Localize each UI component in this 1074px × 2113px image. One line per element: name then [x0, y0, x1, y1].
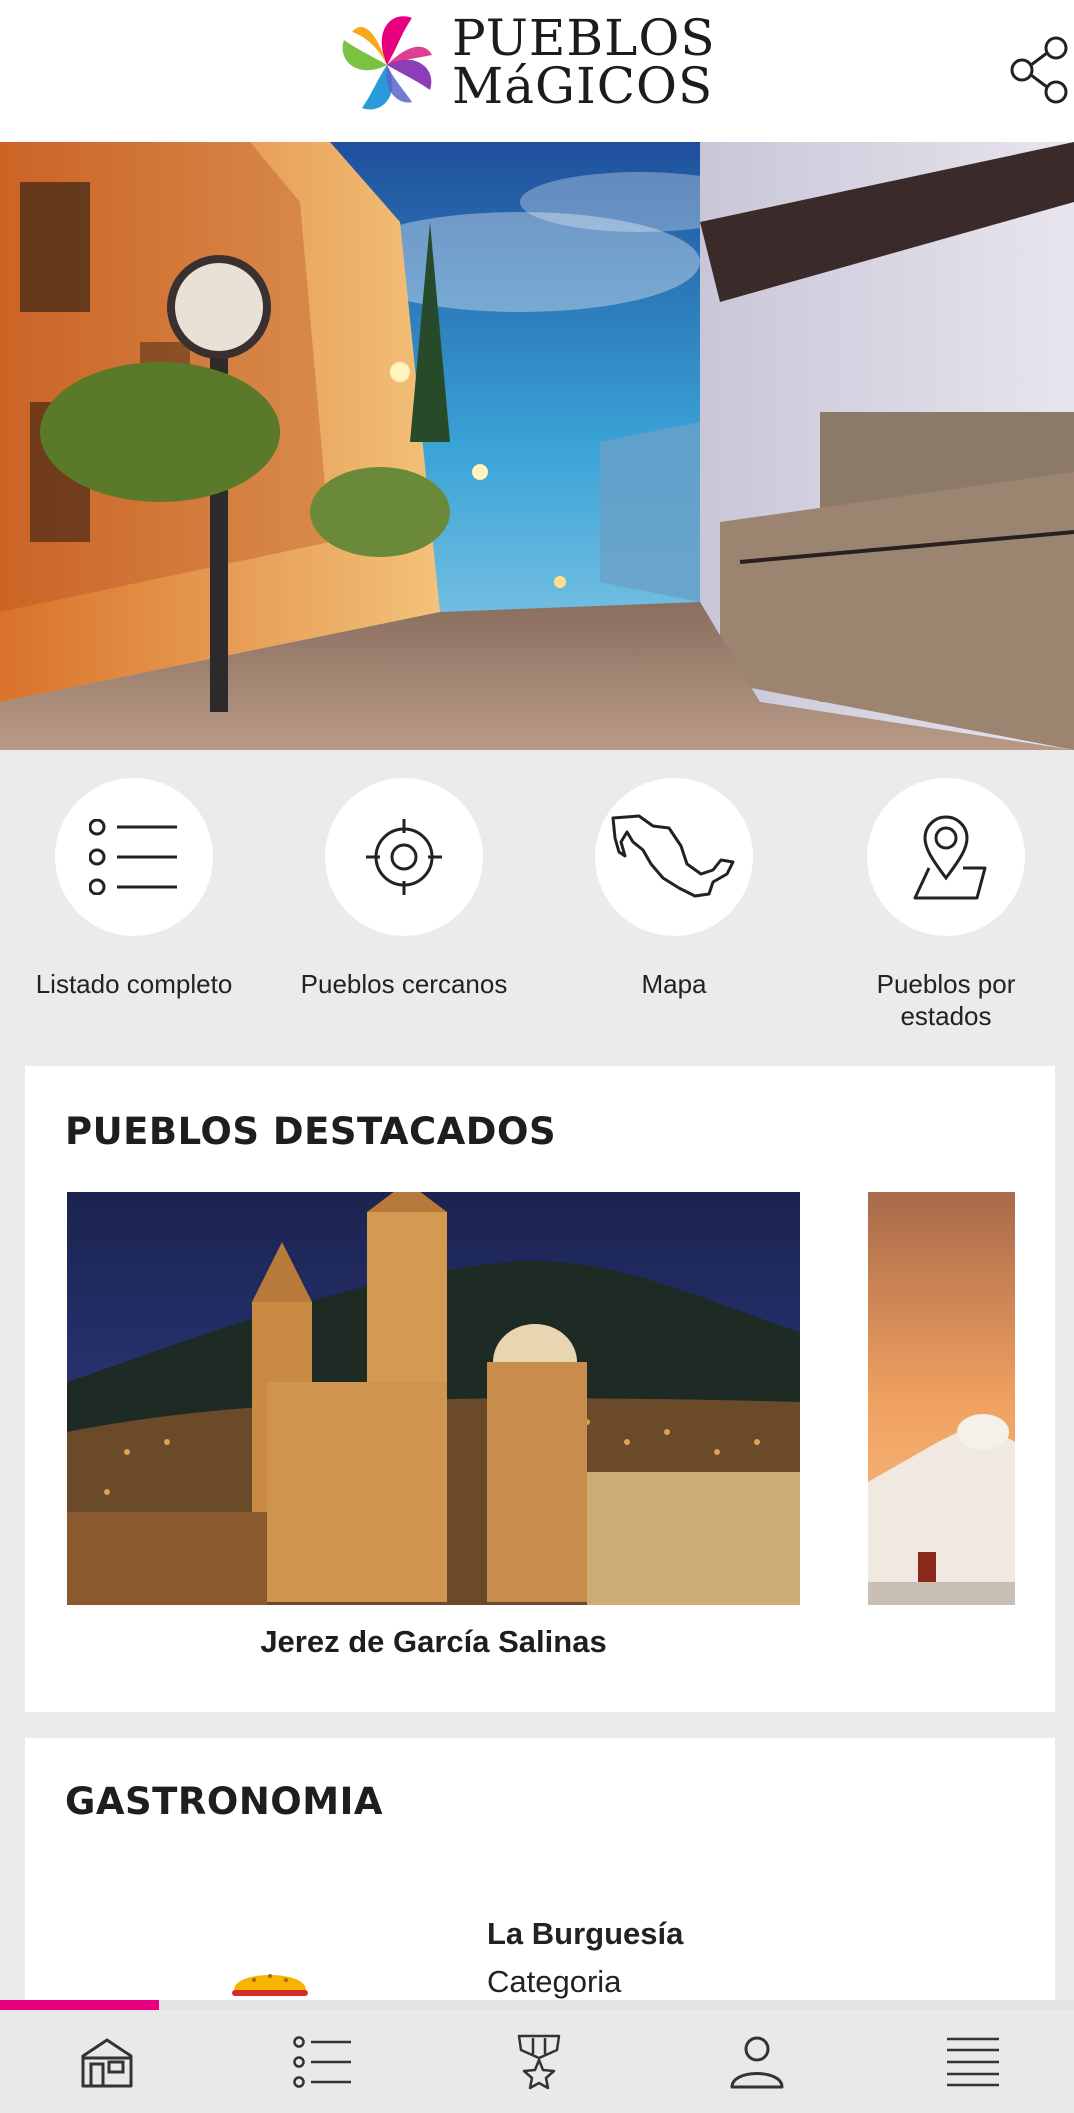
hero-image: [0, 142, 1074, 750]
street-scene-image: [0, 142, 1074, 750]
nav-medal-button[interactable]: [504, 2030, 574, 2094]
action-label: Listado completo: [35, 969, 233, 999]
action-label: Pueblos cercanos: [300, 969, 508, 999]
featured-card-image[interactable]: [67, 1192, 800, 1605]
logo-wordmark: PUEBLOS MáGICOS: [452, 9, 716, 115]
user-icon: [730, 2036, 784, 2089]
logo-line-2: MáGICOS: [452, 57, 714, 115]
menu-icon: [947, 2037, 999, 2087]
sunset-church-image: [868, 1192, 1015, 1605]
quick-actions: Listado completo Pueblos cercanos Mapa P…: [0, 750, 1074, 1066]
medal-icon: [517, 2034, 561, 2090]
mexico-map-icon: [611, 814, 735, 898]
location-pin-icon: [913, 815, 987, 900]
action-circle[interactable]: [595, 778, 753, 936]
bottom-navigation: [0, 2010, 1074, 2113]
action-mapa[interactable]: Mapa: [564, 778, 784, 1000]
action-circle[interactable]: [55, 778, 213, 936]
gastronomia-item-category: Categoria: [487, 1964, 622, 1999]
pinwheel-logo-icon: [342, 16, 432, 110]
home-icon: [81, 2038, 133, 2088]
action-label: Mapa: [641, 969, 707, 999]
share-button[interactable]: [1010, 36, 1070, 104]
target-icon: [366, 819, 442, 895]
burger-icon: [232, 1974, 308, 1996]
app-header: PUEBLOS MáGICOS: [0, 0, 1074, 142]
list-icon: [89, 819, 177, 895]
gastronomia-section: GASTRONOMIA La Burguesía Categoria: [25, 1738, 1055, 2008]
nav-home-button[interactable]: [72, 2030, 142, 2094]
action-listado-completo[interactable]: Listado completo: [24, 778, 244, 1000]
featured-section: PUEBLOS DESTACADOS Jerez de García Salin…: [25, 1066, 1055, 1712]
burger-logo: [230, 1960, 310, 2002]
nav-list-button[interactable]: [288, 2030, 358, 2094]
share-icon: [1010, 36, 1068, 104]
action-label: Pueblos por estados: [876, 969, 1016, 1031]
section-title: PUEBLOS DESTACADOS: [65, 1110, 557, 1153]
featured-item-name[interactable]: Jerez de García Salinas: [67, 1624, 800, 1660]
pueblos-magicos-logo: PUEBLOS MáGICOS: [332, 10, 715, 120]
nav-profile-button[interactable]: [722, 2030, 792, 2094]
section-title: GASTRONOMIA: [65, 1780, 383, 1823]
nav-menu-button[interactable]: [938, 2030, 1008, 2094]
action-pueblos-cercanos[interactable]: Pueblos cercanos: [294, 778, 514, 1000]
cathedral-night-image: [67, 1192, 800, 1605]
featured-card-image-next[interactable]: [868, 1192, 1015, 1605]
gastronomia-item-name[interactable]: La Burguesía: [487, 1916, 683, 1952]
scroll-progress-bar: [0, 2000, 1074, 2010]
logo-line-1: PUEBLOS: [452, 9, 716, 67]
action-pueblos-por-estados[interactable]: Pueblos por estados: [836, 778, 1056, 1032]
list-icon: [293, 2036, 351, 2088]
action-circle[interactable]: [325, 778, 483, 936]
scroll-progress-fill: [0, 2000, 159, 2010]
action-circle[interactable]: [867, 778, 1025, 936]
